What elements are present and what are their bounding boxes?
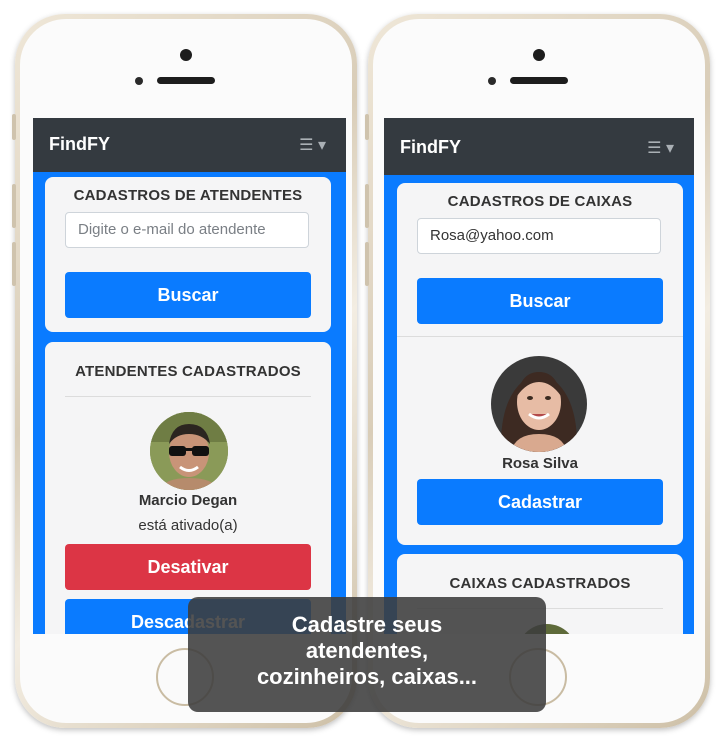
right-screen: FindFY ☰ ▾ CADASTROS DE CAIXAS Rosa@yaho… — [384, 118, 694, 634]
email-search-input[interactable]: Digite o e-mail do atendente — [65, 212, 309, 248]
brand-logo[interactable]: FindFY — [49, 134, 110, 155]
attendant-search-card: CADASTROS DE ATENDENTES Digite o e-mail … — [45, 177, 331, 332]
status-text: está ativado(a) — [138, 517, 238, 534]
earpiece-speaker — [510, 77, 568, 84]
person-name: Marcio Degan — [138, 492, 238, 509]
avatar — [150, 412, 228, 490]
mute-switch — [12, 114, 16, 140]
divider — [65, 396, 311, 397]
deactivate-button[interactable]: Desativar — [65, 544, 311, 590]
registered-attendants-card: ATENDENTES CADASTRADOS Marcio Degan está… — [45, 342, 331, 634]
caption-line: cozinheiros, caixas... — [256, 664, 478, 689]
front-camera — [533, 49, 545, 61]
divider — [397, 336, 683, 337]
volume-up-button — [12, 184, 16, 228]
navbar: FindFY ☰ ▾ — [384, 118, 694, 175]
volume-down-button — [365, 242, 369, 286]
brand-logo[interactable]: FindFY — [400, 137, 461, 158]
caption-line: atendentes, — [305, 638, 429, 663]
volume-up-button — [365, 184, 369, 228]
email-search-input[interactable]: Rosa@yahoo.com — [417, 218, 661, 254]
navbar: FindFY ☰ ▾ — [33, 118, 346, 172]
card-title: CADASTROS DE ATENDENTES — [73, 187, 303, 204]
earpiece-speaker — [157, 77, 215, 84]
caption-overlay: Cadastre seus atendentes, cozinheiros, c… — [188, 597, 546, 712]
card-title: CAIXAS CADASTRADOS — [449, 575, 631, 592]
register-button[interactable]: Cadastrar — [417, 479, 663, 525]
search-button[interactable]: Buscar — [417, 278, 663, 324]
mute-switch — [365, 114, 369, 140]
cashier-search-card: CADASTROS DE CAIXAS Rosa@yahoo.com Busca… — [397, 183, 683, 545]
search-button[interactable]: Buscar — [65, 272, 311, 318]
left-screen: FindFY ☰ ▾ CADASTROS DE ATENDENTES Digit… — [33, 118, 346, 634]
caption-line: Cadastre seus — [291, 612, 443, 637]
avatar — [491, 356, 587, 452]
hamburger-icon[interactable]: ☰ ▾ — [299, 135, 326, 155]
volume-down-button — [12, 242, 16, 286]
result-name: Rosa Silva — [502, 455, 578, 472]
card-title: CADASTROS DE CAIXAS — [447, 193, 633, 210]
proximity-sensor — [135, 77, 143, 85]
hamburger-icon[interactable]: ☰ ▾ — [647, 138, 674, 158]
front-camera — [180, 49, 192, 61]
card-title: ATENDENTES CADASTRADOS — [75, 363, 301, 380]
proximity-sensor — [488, 77, 496, 85]
